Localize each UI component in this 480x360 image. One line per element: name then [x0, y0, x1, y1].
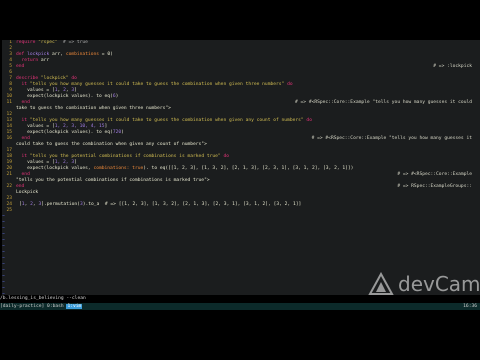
code-token: end	[16, 100, 30, 105]
code-token: "tells you how many guesses it could tak…	[29, 82, 285, 87]
devcamp-logo-icon	[368, 272, 394, 295]
code-token: values = [	[16, 124, 55, 129]
code-token: combinations	[65, 52, 100, 57]
code-token: 1, 2, 3	[54, 160, 75, 165]
code-token: ).to_a	[82, 202, 105, 207]
code-token: # => [[1, 2, 3], [1, 3, 2], [2, 1, 3], […	[104, 202, 302, 207]
code-token: combinations: true	[93, 166, 144, 171]
code-token: "rspec"	[38, 40, 58, 45]
code-token: do	[303, 118, 312, 123]
code-token: arr,	[51, 52, 66, 57]
code-token: ].permutation(	[41, 202, 80, 207]
code-token: ]	[104, 124, 108, 129]
tmux-window-bash[interactable]: 0:bash	[47, 304, 64, 309]
code-token: ]	[74, 88, 77, 93]
screen: 1 require "rspec" # => true 2 3 def lockpick…	[0, 0, 480, 360]
code-token: require	[16, 40, 39, 45]
code-token: return	[16, 58, 41, 63]
code-token: do	[220, 154, 229, 159]
code-token: expect(lockpick values). to eq(	[16, 130, 113, 135]
code-token: end	[16, 172, 30, 177]
tmux-status-bar: [daily-practice] 0:bash 1:vim 16:36	[0, 303, 480, 310]
devcamp-watermark: devCamp	[368, 272, 480, 296]
tmux-clock: 16:36	[463, 304, 477, 309]
tilde-marker: ~	[2, 292, 5, 295]
code-token: values = [	[16, 160, 55, 165]
code-token: 1, 2, 3, 10, 4, 15	[54, 124, 105, 129]
tmux-window-vim[interactable]: 1:vim	[66, 304, 83, 309]
code-token: values = [	[16, 88, 55, 93]
code-token: end	[16, 184, 25, 189]
code-token: def	[16, 52, 28, 57]
code-token: ]	[74, 160, 77, 165]
code-token: lockpick	[27, 52, 52, 57]
code-token: it	[16, 82, 30, 87]
code-token: arr	[40, 58, 50, 63]
code-token: )	[121, 130, 124, 135]
code-token: it	[16, 154, 30, 159]
code-token: it	[16, 118, 30, 123]
code-token: "tells you the potential combinations if…	[16, 178, 210, 183]
status-line: /b.lessing_is_believing --clean	[0, 296, 480, 302]
tmux-session-name: [daily-practice]	[0, 304, 45, 309]
code-token: end	[16, 64, 25, 69]
code-token: "tells you the potential combinations if…	[29, 154, 221, 159]
code-token: )	[115, 94, 119, 99]
devcamp-logo-text: devCamp	[398, 272, 480, 296]
status-filename: /b.lessing_is_believing --clean	[0, 296, 86, 301]
code-token: take to guess the combination when given…	[16, 106, 171, 111]
code-token: end	[16, 136, 30, 141]
code-token: # => true	[57, 40, 88, 45]
code-token: describe	[16, 76, 41, 81]
code-token: do	[68, 76, 77, 81]
code-token: ). to eq([[1, 2, 3], [1, 3, 2], [2, 1, 3…	[143, 166, 354, 171]
code-token: Lockpick	[16, 190, 39, 195]
code-token: 720	[112, 130, 122, 135]
code-token: = 0)	[99, 52, 113, 57]
code-token: expect(lockpick values,	[16, 166, 94, 171]
code-token: "tells you how many guesses it could tak…	[29, 118, 304, 123]
code-token: do	[284, 82, 293, 87]
code-token: expect(lockpick values). to eq(	[16, 94, 113, 99]
code-token: could take to guess the combination when…	[16, 142, 207, 147]
vim-editor[interactable]: 1 require "rspec" # => true 2 3 def lockpick…	[2, 40, 480, 295]
code-token: "lockpick"	[40, 76, 69, 81]
